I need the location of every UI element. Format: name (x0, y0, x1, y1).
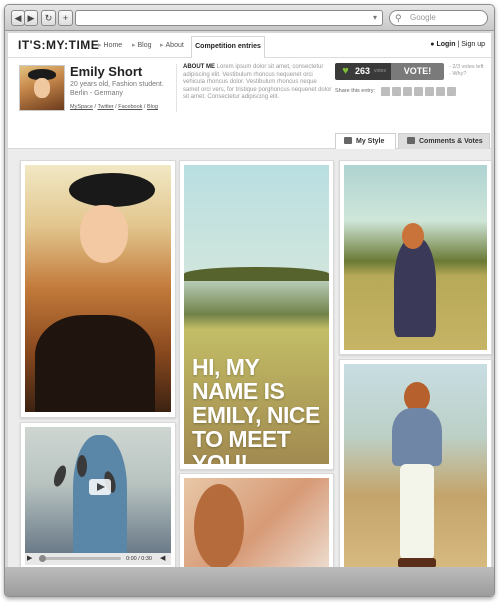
photo-card[interactable] (20, 160, 176, 418)
profile-links: MySpace / Twitter / Facebook / Blog (70, 104, 158, 110)
link-twitter[interactable]: Twitter (97, 104, 113, 110)
new-tab-button[interactable]: + (58, 10, 73, 26)
search-icon: ⚲ (395, 13, 402, 23)
share-delicious-icon[interactable] (425, 87, 434, 96)
forward-button[interactable]: ▶ (24, 10, 38, 26)
meadow-photo (344, 165, 487, 350)
heart-icon: ♥ (342, 65, 349, 77)
video-controls: ▶ 0:00 / 0:30 ◀ (25, 553, 171, 565)
about-me: ABOUT ME Lorem ipsum dolor sit amet, con… (183, 64, 333, 102)
share-facebook-icon[interactable] (403, 87, 412, 96)
grid-icon (344, 137, 352, 144)
share-bar: Share this entry: (335, 86, 485, 98)
browser-window: ◀ ▶ ↻ + ▾ ⚲ Google IT'S:MY:TIME ▸ Home ▸ B… (4, 4, 495, 597)
play-icon[interactable] (89, 479, 111, 495)
browser-status-bar (5, 567, 494, 596)
style-gallery: ▶ 0:00 / 0:30 ◀ HI, MY NAME IS EMILY, NI… (8, 149, 492, 596)
address-bar[interactable]: ▾ (75, 10, 383, 26)
vote-label: votes (374, 68, 386, 74)
nav-home[interactable]: ▸ Home (98, 41, 122, 49)
user-icon: ● (430, 41, 435, 48)
nav-competition-entries[interactable]: Competition entries (191, 36, 265, 58)
login-link[interactable]: Login (436, 41, 455, 48)
vote-count: 263 (355, 66, 371, 76)
vote-counter: ♥ 263 votes (335, 63, 391, 80)
bullet-icon: ▸ (132, 42, 136, 49)
back-icon: ◀ (14, 13, 22, 23)
profile-name: Emily Short (70, 64, 143, 79)
volume-icon[interactable]: ◀ (160, 555, 165, 563)
link-facebook[interactable]: Facebook (118, 104, 142, 110)
go-icon[interactable]: ▾ (370, 12, 380, 23)
divider (176, 64, 177, 112)
video-scrubber[interactable] (39, 555, 46, 562)
votes-left: - 2/3 votes left (449, 64, 484, 70)
signup-link[interactable]: Sign up (461, 41, 485, 48)
bullet-icon: ▸ (98, 42, 102, 49)
site-header: IT'S:MY:TIME ▸ Home ▸ Blog ▸ About Competit… (8, 33, 491, 58)
back-button[interactable]: ◀ (11, 10, 25, 26)
video-frame[interactable] (25, 427, 171, 553)
video-time: 0:00 / 0:30 (126, 556, 152, 562)
outfit-photo (344, 364, 487, 596)
nav-blog[interactable]: ▸ Blog (132, 41, 152, 49)
nav-about[interactable]: ▸ About (160, 41, 184, 49)
share-myspace-icon[interactable] (381, 87, 390, 96)
slogan-card[interactable]: HI, MY NAME IS EMILY, NICE TO MEET YOU! (179, 160, 334, 470)
photo-card[interactable] (339, 359, 492, 596)
reload-button[interactable]: ↻ (41, 10, 56, 26)
account-links: ● Login | Sign up (430, 41, 485, 48)
video-card: ▶ 0:00 / 0:30 ◀ (20, 422, 176, 569)
plus-icon: + (62, 13, 69, 23)
web-page: IT'S:MY:TIME ▸ Home ▸ Blog ▸ About Competit… (8, 33, 492, 596)
profile-description: 20 years old, Fashion student. Berlin - … (70, 81, 164, 97)
comment-icon (407, 137, 415, 144)
slogan-text: HI, MY NAME IS EMILY, NICE TO MEET YOU! (192, 354, 320, 464)
tab-my-style[interactable]: My Style (335, 133, 396, 149)
video-progress-bar[interactable] (39, 557, 121, 560)
profile-section: Emily Short 20 years old, Fashion studen… (8, 58, 491, 149)
play-button-icon[interactable]: ▶ (27, 555, 32, 563)
share-digg-icon[interactable] (414, 87, 423, 96)
field-photo: HI, MY NAME IS EMILY, NICE TO MEET YOU! (184, 165, 329, 464)
link-blog[interactable]: Blog (147, 104, 158, 110)
avatar (19, 65, 65, 111)
vote-widget: ♥ 263 votes VOTE! (335, 63, 445, 80)
site-logo[interactable]: IT'S:MY:TIME (18, 38, 99, 52)
search-placeholder: Google (410, 13, 436, 22)
share-rss-icon[interactable] (447, 87, 456, 96)
tab-comments-votes[interactable]: Comments & Votes (398, 133, 490, 149)
share-label: Share this entry: (335, 88, 376, 94)
vote-button[interactable]: VOTE! (391, 63, 444, 80)
bullet-icon: ▸ (160, 42, 164, 49)
why-link[interactable]: - Why? (449, 71, 484, 78)
browser-toolbar: ◀ ▶ ↻ + ▾ ⚲ Google (5, 5, 494, 31)
reload-icon: ↻ (44, 13, 53, 23)
share-email-icon[interactable] (436, 87, 445, 96)
search-input[interactable]: ⚲ Google (389, 10, 488, 26)
forward-icon: ▶ (27, 13, 35, 23)
link-myspace[interactable]: MySpace (70, 104, 93, 110)
share-twitter-icon[interactable] (392, 87, 401, 96)
about-title: ABOUT ME (183, 64, 215, 70)
vote-note: - 2/3 votes left - Why? (449, 64, 484, 78)
portrait-photo (25, 165, 171, 412)
photo-card[interactable] (339, 160, 492, 355)
